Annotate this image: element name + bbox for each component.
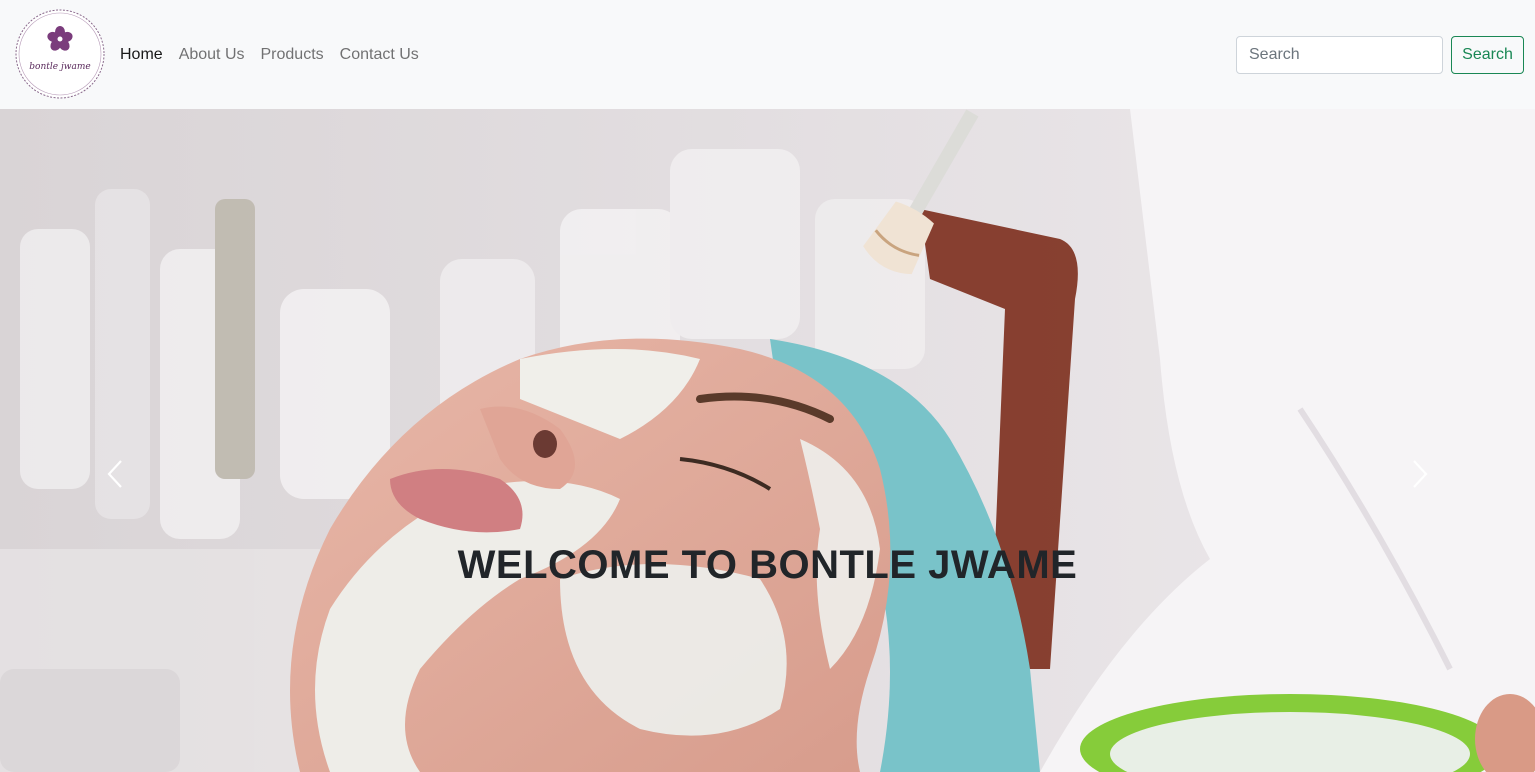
hero-image xyxy=(0,109,1535,772)
nav-item-home[interactable]: Home xyxy=(120,43,163,67)
nav-item-about-us[interactable]: About Us xyxy=(179,43,245,67)
logo-text: bontle jwame xyxy=(29,62,91,72)
search-input[interactable] xyxy=(1236,36,1443,74)
carousel-prev-button[interactable] xyxy=(100,457,130,491)
carousel-next-button[interactable] xyxy=(1405,457,1435,491)
nav-item-contact-us[interactable]: Contact Us xyxy=(340,43,419,67)
nav-item-products[interactable]: Products xyxy=(261,43,324,67)
nav-links: Home About Us Products Contact Us xyxy=(120,43,435,67)
brand-logo[interactable]: bontle jwame xyxy=(14,8,106,100)
navbar: bontle jwame Home About Us Products Cont… xyxy=(0,0,1535,109)
search-button[interactable]: Search xyxy=(1451,36,1524,74)
chevron-left-icon xyxy=(107,460,122,488)
hero-carousel: WELCOME TO BONTLE JWAME xyxy=(0,109,1535,772)
hibiscus-flower-icon xyxy=(15,9,105,99)
carousel-caption: WELCOME TO BONTLE JWAME xyxy=(457,543,1078,587)
chevron-right-icon xyxy=(1413,460,1428,488)
